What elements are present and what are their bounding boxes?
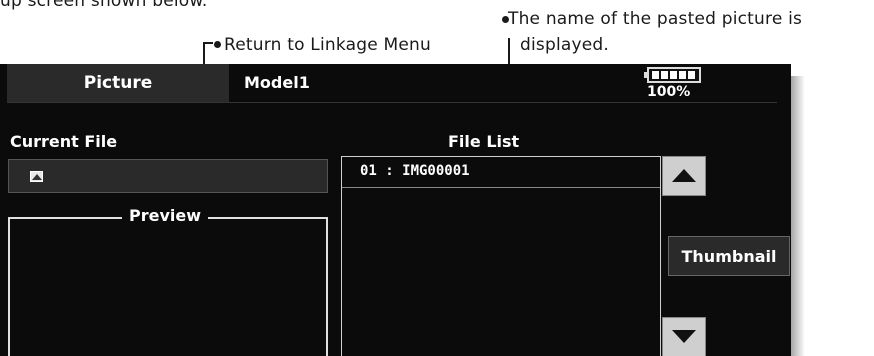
screen-shadow [791,76,805,356]
file-list-label: File List [448,132,520,151]
return-note: Return to Linkage Menu [224,35,431,55]
file-name: 01 : IMG00001 [360,163,470,179]
bracket-line-horizontal [203,42,213,44]
bullet-dot [214,41,221,48]
transmitter-screen: Picture Model1 100% Current File File Li… [0,64,791,356]
up-arrow-icon [672,169,696,182]
caption-text: up screen shown below. [0,0,208,11]
list-item[interactable]: 01 : IMG00001 [342,157,660,188]
picture-title-button[interactable]: Picture [7,64,229,103]
current-file-label: Current File [10,132,118,151]
scroll-down-button[interactable] [662,317,706,356]
picture-icon [30,171,43,182]
thumbnail-button[interactable]: Thumbnail [668,236,790,276]
file-list: 01 : IMG00001 [341,156,661,356]
current-file-field[interactable] [8,159,328,193]
preview-label: Preview [122,206,209,225]
scroll-up-button[interactable] [662,156,706,196]
pasted-name-note-cont: displayed. [520,35,610,55]
down-arrow-icon [672,330,696,343]
battery-icon [644,67,701,83]
pasted-name-note: The name of the pasted picture is [508,9,803,29]
model-name: Model1 [244,73,310,92]
preview-box: Preview [8,206,328,356]
battery-percent: 100% [647,84,691,100]
header-divider [7,102,777,103]
